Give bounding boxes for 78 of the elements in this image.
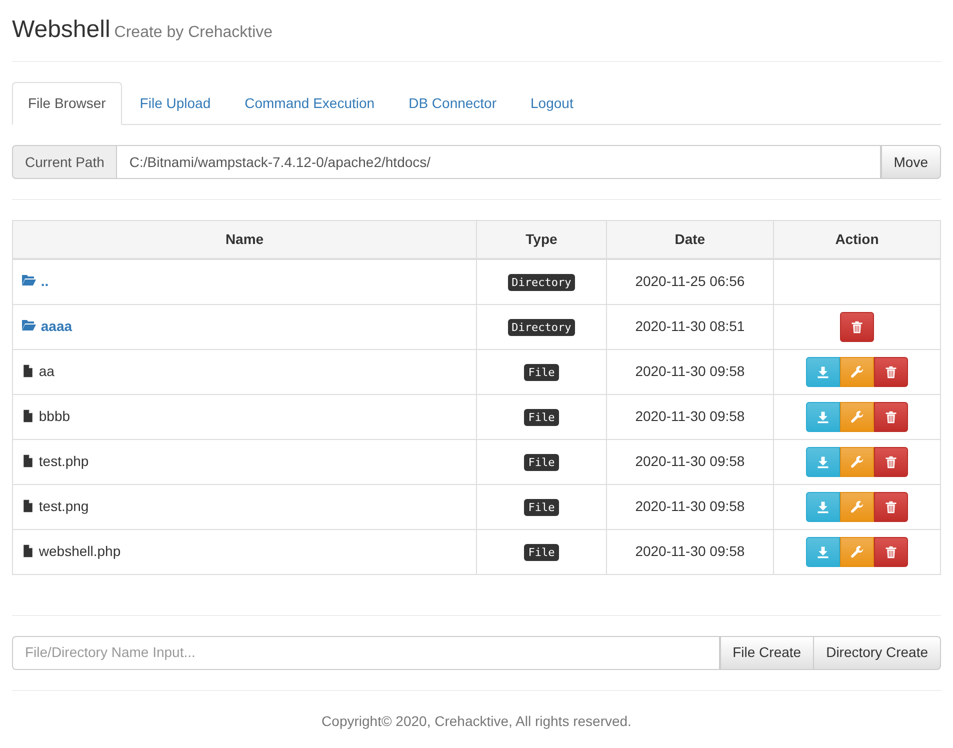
copyright-text: Copyright© 2020, Crehacktive, All rights reserved. xyxy=(320,712,632,731)
column-header: Action xyxy=(773,220,940,259)
download-icon xyxy=(816,544,830,558)
edit-button[interactable] xyxy=(840,356,874,386)
delete-button[interactable] xyxy=(874,402,908,432)
wrench-icon xyxy=(850,544,864,558)
folder-icon xyxy=(21,272,37,288)
name-input-field[interactable]: File/Directory Name Input... xyxy=(12,636,720,670)
type-label: File xyxy=(524,364,559,381)
delete-button[interactable] xyxy=(874,492,908,522)
file-icon xyxy=(21,499,35,513)
download-icon xyxy=(816,454,830,468)
type-label: Directory xyxy=(508,319,576,336)
download-button[interactable] xyxy=(806,492,840,522)
file-name: test.php xyxy=(38,453,89,469)
edit-button[interactable] xyxy=(840,402,874,432)
move-button[interactable]: Move xyxy=(880,145,941,179)
type-label: File xyxy=(524,544,559,561)
download-button[interactable] xyxy=(806,446,840,476)
folder-link[interactable]: .. xyxy=(40,273,49,290)
path-label: Current Path xyxy=(12,145,118,179)
tab[interactable]: DB Connector xyxy=(392,82,513,125)
trash-icon xyxy=(884,454,898,468)
tab[interactable]: File Browser xyxy=(12,82,122,125)
download-button[interactable] xyxy=(806,536,840,566)
date-cell: 2020-11-30 09:58 xyxy=(606,349,774,394)
date-cell: 2020-11-30 09:58 xyxy=(606,394,774,439)
file-name: webshell.php xyxy=(38,543,121,559)
date-cell: 2020-11-30 09:58 xyxy=(606,529,774,574)
tab[interactable]: Command Execution xyxy=(228,82,391,125)
edit-button[interactable] xyxy=(840,446,874,476)
file-name: bbbb xyxy=(38,408,70,424)
date-cell: 2020-11-30 08:51 xyxy=(606,304,774,349)
page-title: Webshell xyxy=(12,16,110,43)
create-button[interactable]: File Create xyxy=(720,636,814,670)
file-icon xyxy=(21,409,35,423)
delete-button[interactable] xyxy=(840,312,874,342)
date-cell: 2020-11-25 06:56 xyxy=(606,259,774,304)
file-icon xyxy=(21,454,35,468)
trash-icon xyxy=(850,320,864,334)
page-subtitle: Create by Crehacktive xyxy=(114,24,273,41)
type-label: Directory xyxy=(508,274,576,292)
download-icon xyxy=(816,410,830,424)
download-icon xyxy=(816,364,830,378)
date-cell: 2020-11-30 09:58 xyxy=(606,439,774,484)
create-button[interactable]: Directory Create xyxy=(814,636,941,670)
file-name: aa xyxy=(38,363,54,379)
file-icon xyxy=(21,364,35,378)
delete-button[interactable] xyxy=(874,536,908,566)
download-icon xyxy=(816,500,830,514)
wrench-icon xyxy=(850,500,864,514)
tab[interactable]: Logout xyxy=(514,82,590,125)
trash-icon xyxy=(884,544,898,558)
tab[interactable]: File Upload xyxy=(124,82,227,125)
edit-button[interactable] xyxy=(840,492,874,522)
file-icon xyxy=(21,544,35,558)
delete-button[interactable] xyxy=(874,446,908,476)
type-label: File xyxy=(524,454,559,471)
wrench-icon xyxy=(850,454,864,468)
file-name: test.png xyxy=(38,498,89,514)
trash-icon xyxy=(884,410,898,424)
wrench-icon xyxy=(850,410,864,424)
edit-button[interactable] xyxy=(840,536,874,566)
folder-icon xyxy=(21,317,37,333)
trash-icon xyxy=(884,500,898,514)
download-button[interactable] xyxy=(806,402,840,432)
type-label: File xyxy=(524,409,559,426)
path-field[interactable]: C:/Bitnami/wampstack-7.4.12-0/apache2/htdocs/ xyxy=(117,145,881,179)
type-label: File xyxy=(524,499,559,516)
column-header: Name xyxy=(12,220,477,259)
wrench-icon xyxy=(850,364,864,378)
date-cell: 2020-11-30 09:58 xyxy=(606,484,774,529)
delete-button[interactable] xyxy=(874,356,908,386)
column-header: Type xyxy=(476,220,606,259)
folder-link[interactable]: aaaa xyxy=(40,318,72,334)
column-header: Date xyxy=(606,220,774,259)
download-button[interactable] xyxy=(806,356,840,386)
trash-icon xyxy=(884,364,898,378)
